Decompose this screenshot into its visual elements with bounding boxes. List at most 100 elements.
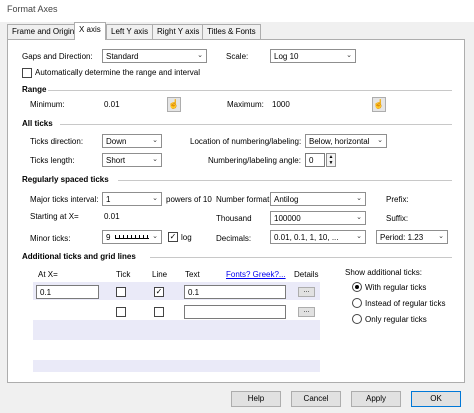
ticks-direction-value: Down	[106, 137, 127, 146]
ticks-length-select[interactable]: Short ⌄	[102, 153, 162, 167]
number-format-value: Antilog	[274, 195, 299, 204]
title-bar: Format Axes	[0, 0, 474, 22]
minimum-hand-button[interactable]: ☝	[167, 97, 181, 112]
angle-field[interactable]: 0	[305, 153, 325, 167]
radio-instead-of-regular-label: Instead of regular ticks	[365, 299, 446, 308]
decimals-select[interactable]: 0.01, 0.1, 1, 10, ... ⌄	[270, 230, 366, 244]
minimum-value: 0.01	[104, 100, 120, 109]
checkmark-icon: ✓	[169, 232, 177, 241]
radio-with-regular-label: With regular ticks	[365, 283, 427, 292]
tab-right-y-axis[interactable]: Right Y axis	[152, 24, 205, 39]
chevron-down-icon: ⌄	[377, 137, 383, 144]
chevron-down-icon: ⌄	[346, 52, 352, 59]
prefix-label: Prefix:	[386, 195, 409, 204]
minor-ticks-value: 9	[106, 233, 111, 242]
col-details: Details	[294, 270, 319, 279]
chevron-down-icon: ⌄	[356, 214, 362, 221]
radio-with-regular[interactable]	[352, 282, 362, 292]
range-divider	[48, 90, 452, 91]
chevron-down-icon: ⌄	[356, 233, 362, 240]
thousand-label: Thousand	[216, 214, 252, 223]
minor-ticks-label: Minor ticks:	[30, 234, 71, 243]
line-checkbox-1[interactable]: ✓	[154, 287, 164, 297]
tab-left-y-axis[interactable]: Left Y axis	[106, 24, 154, 39]
scale-label: Scale:	[226, 52, 249, 61]
table-row-stripe	[33, 320, 320, 340]
gaps-direction-select[interactable]: Standard ⌄	[102, 49, 207, 63]
period-select[interactable]: Period: 1.23 ⌄	[376, 230, 448, 244]
maximum-hand-button[interactable]: ☝	[372, 97, 386, 112]
major-interval-select[interactable]: 1 ⌄	[102, 192, 162, 206]
show-additional-label: Show additional ticks:	[345, 268, 422, 277]
starting-at-label: Starting at X=	[30, 212, 79, 221]
details-button-2[interactable]: ...	[298, 307, 315, 317]
thousand-value: 100000	[274, 214, 301, 223]
radio-instead-of-regular[interactable]	[352, 298, 362, 308]
apply-button[interactable]: Apply	[351, 391, 401, 407]
cancel-button[interactable]: Cancel	[291, 391, 341, 407]
spinner-icon: ▲ ▼	[328, 154, 334, 166]
powers-of-10-label: powers of 10	[166, 195, 212, 204]
scale-select[interactable]: Log 10 ⌄	[270, 49, 356, 63]
angle-label: Numbering/labeling angle:	[208, 156, 301, 165]
tick-checkbox-2[interactable]	[116, 307, 126, 317]
line-checkbox-2[interactable]	[154, 307, 164, 317]
tick-checkbox-1[interactable]	[116, 287, 126, 297]
decimals-value: 0.01, 0.1, 1, 10, ...	[274, 233, 339, 242]
regular-ticks-section-title: Regularly spaced ticks	[22, 175, 109, 184]
ticks-length-value: Short	[106, 156, 126, 165]
text-field-1[interactable]: 0.1	[184, 285, 286, 299]
all-ticks-section-title: All ticks	[22, 119, 53, 128]
hand-icon: ☝	[168, 99, 180, 109]
table-row-stripe	[33, 360, 320, 372]
scale-value: Log 10	[274, 52, 299, 61]
all-ticks-divider	[60, 124, 452, 125]
ticks-direction-select[interactable]: Down ⌄	[102, 134, 162, 148]
chevron-down-icon: ⌄	[152, 156, 158, 163]
fonts-greek-link[interactable]: Fonts? Greek?...	[226, 270, 286, 279]
major-interval-value: 1	[106, 195, 111, 204]
help-button[interactable]: Help	[231, 391, 281, 407]
ticks-preview-icon	[115, 235, 149, 239]
number-format-select[interactable]: Antilog ⌄	[270, 192, 366, 206]
auto-range-label: Automatically determine the range and in…	[35, 68, 200, 77]
location-label: Location of numbering/labeling:	[190, 137, 302, 146]
suffix-label: Suffix:	[386, 214, 409, 223]
angle-spinner[interactable]: ▲ ▼	[326, 153, 336, 167]
col-line: Line	[152, 270, 168, 279]
hand-icon: ☝	[373, 99, 385, 109]
ticks-direction-label: Ticks direction:	[30, 137, 84, 146]
chevron-down-icon: ⌄	[438, 233, 444, 240]
angle-value: 0	[309, 156, 314, 165]
ok-button[interactable]: OK	[411, 391, 461, 407]
period-value: Period: 1.23	[380, 233, 424, 242]
radio-only-regular[interactable]	[352, 314, 362, 324]
at-x-value-1: 0.1	[40, 288, 52, 297]
tab-x-axis[interactable]: X axis	[74, 22, 106, 40]
auto-range-checkbox[interactable]	[22, 68, 32, 78]
ticks-length-label: Ticks length:	[30, 156, 75, 165]
chevron-down-icon: ⌄	[152, 195, 158, 202]
log-checkbox[interactable]: ✓	[168, 232, 178, 242]
additional-section-title: Additional ticks and grid lines	[22, 252, 136, 261]
location-select[interactable]: Below, horizontal ⌄	[305, 134, 387, 148]
decimals-label: Decimals:	[216, 234, 252, 243]
log-label: log	[181, 233, 192, 242]
gaps-direction-value: Standard	[106, 52, 139, 61]
at-x-field-1[interactable]: 0.1	[36, 285, 99, 299]
regular-ticks-divider	[118, 180, 452, 181]
chevron-down-icon: ⌄	[152, 233, 158, 240]
window-title: Format Axes	[7, 4, 58, 14]
radio-only-regular-label: Only regular ticks	[365, 315, 427, 324]
gaps-label: Gaps and Direction:	[22, 52, 93, 61]
maximum-value: 1000	[272, 100, 290, 109]
minor-ticks-select[interactable]: 9 ⌄	[102, 230, 162, 244]
text-field-2[interactable]	[184, 305, 286, 319]
tab-frame-and-origin[interactable]: Frame and Origin	[7, 24, 80, 39]
chevron-down-icon: ⌄	[356, 195, 362, 202]
additional-divider	[150, 257, 452, 258]
minimum-label: Minimum:	[30, 100, 65, 109]
tab-titles-fonts[interactable]: Titles & Fonts	[202, 24, 261, 39]
thousand-select[interactable]: 100000 ⌄	[270, 211, 366, 225]
details-button-1[interactable]: ...	[298, 287, 315, 297]
